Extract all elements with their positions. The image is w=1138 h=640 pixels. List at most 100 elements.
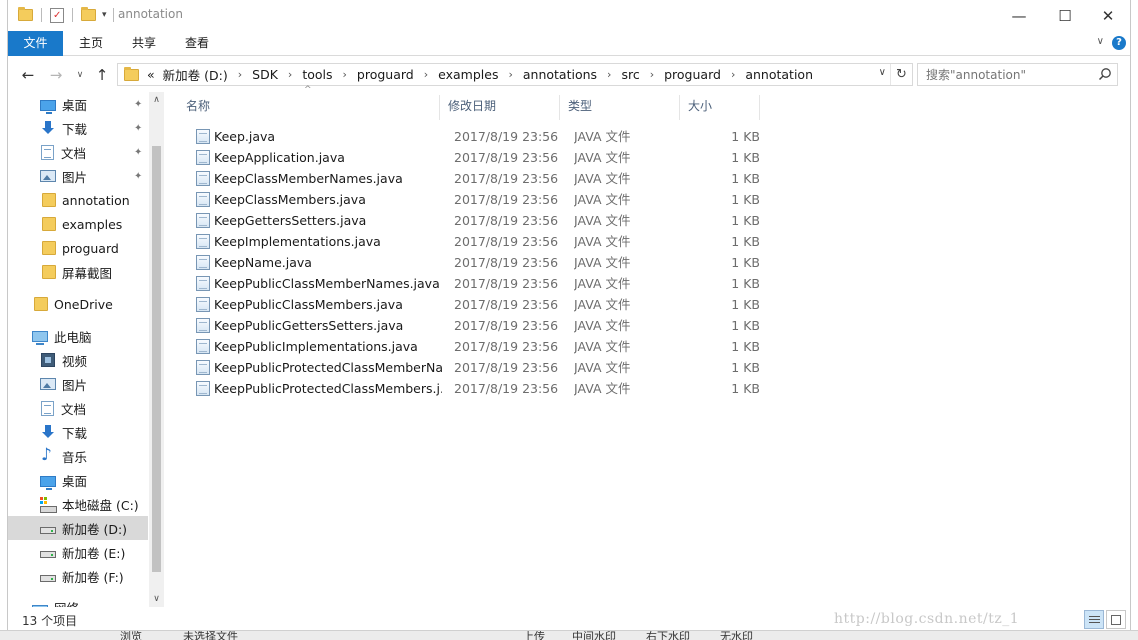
- new-folder-icon[interactable]: [81, 7, 96, 21]
- breadcrumb-segment[interactable]: examples: [438, 67, 498, 82]
- upload-label[interactable]: 上传: [523, 631, 545, 640]
- breadcrumb-segment[interactable]: tools: [302, 67, 332, 82]
- sidebar-item-network[interactable]: 网络: [8, 595, 148, 607]
- breadcrumb-separator-icon[interactable]: ›: [508, 68, 512, 81]
- sidebar-item-examples[interactable]: examples: [8, 212, 148, 236]
- sidebar-item-pc-downloads[interactable]: 下载: [8, 420, 148, 444]
- breadcrumb-overflow[interactable]: «: [147, 67, 155, 82]
- breadcrumb-separator-icon[interactable]: ›: [288, 68, 292, 81]
- sidebar-item-this-pc[interactable]: 此电脑: [8, 324, 148, 348]
- close-button[interactable]: ✕: [1085, 0, 1131, 31]
- file-row[interactable]: KeepName.java 2017/8/19 23:56 JAVA 文件 1 KB: [187, 252, 771, 273]
- file-row[interactable]: KeepPublicClassMembers.java 2017/8/19 23:…: [187, 294, 771, 315]
- breadcrumb-separator-icon[interactable]: ›: [731, 68, 735, 81]
- breadcrumb-segment[interactable]: src: [621, 67, 639, 82]
- column-header-name[interactable]: 名称: [178, 93, 440, 120]
- sidebar-item-onedrive[interactable]: OneDrive: [8, 292, 148, 316]
- scroll-down-icon[interactable]: ∨: [149, 594, 164, 604]
- sidebar-item-pc-desktop[interactable]: 桌面: [8, 468, 148, 492]
- sidebar-item-annotation[interactable]: annotation: [8, 188, 148, 212]
- details-view-button[interactable]: [1084, 610, 1104, 629]
- tab-file[interactable]: 文件: [8, 31, 63, 56]
- column-header-size[interactable]: 大小: [680, 93, 760, 120]
- breadcrumb-segment[interactable]: 新加卷 (D:): [163, 65, 228, 84]
- no-watermark-option[interactable]: 无水印: [720, 631, 753, 640]
- tab-view[interactable]: 查看: [175, 31, 219, 56]
- tab-share[interactable]: 共享: [122, 31, 166, 56]
- pin-icon[interactable]: ✦: [134, 147, 142, 158]
- file-name: KeepName.java: [214, 255, 312, 270]
- scroll-up-icon[interactable]: ∧: [149, 95, 164, 105]
- file-row[interactable]: KeepClassMembers.java 2017/8/19 23:56 JAVA…: [187, 189, 771, 210]
- file-size: 1 KB: [731, 381, 760, 396]
- file-row[interactable]: KeepPublicProtectedClassMembers.j... 2017…: [187, 378, 771, 399]
- properties-icon[interactable]: ✓: [50, 7, 64, 23]
- refresh-icon[interactable]: ↻: [890, 64, 912, 85]
- sidebar-item-videos[interactable]: 视频: [8, 348, 148, 372]
- file-row[interactable]: KeepImplementations.java 2017/8/19 23:56 J…: [187, 231, 771, 252]
- file-size: 1 KB: [731, 213, 760, 228]
- column-divider[interactable]: [759, 95, 760, 120]
- sidebar-item-pc-pictures[interactable]: 图片: [8, 372, 148, 396]
- file-type: JAVA 文件: [574, 129, 631, 144]
- customize-toolbar-chevron-icon[interactable]: ▾: [102, 10, 107, 20]
- java-file-icon: [196, 192, 210, 207]
- back-arrow-icon[interactable]: ←: [17, 64, 39, 86]
- file-row[interactable]: KeepApplication.java 2017/8/19 23:56 JAVA …: [187, 147, 771, 168]
- maximize-button[interactable]: ☐: [1042, 0, 1088, 31]
- scrollbar-thumb[interactable]: [152, 146, 161, 572]
- file-row[interactable]: KeepGettersSetters.java 2017/8/19 23:56 JA…: [187, 210, 771, 231]
- pin-icon[interactable]: ✦: [134, 99, 142, 110]
- browse-label[interactable]: 浏览: [120, 631, 142, 640]
- file-row[interactable]: KeepClassMemberNames.java 2017/8/19 23:56…: [187, 168, 771, 189]
- sidebar-item-desktop[interactable]: 桌面 ✦: [8, 92, 148, 116]
- sidebar-item-documents[interactable]: 文档 ✦: [8, 140, 148, 164]
- sidebar-item-drive-c[interactable]: 本地磁盘 (C:): [8, 492, 148, 516]
- sidebar-item-screenshots[interactable]: 屏幕截图: [8, 260, 148, 284]
- sidebar-item-music[interactable]: 音乐: [8, 444, 148, 468]
- breadcrumb-separator-icon[interactable]: ›: [607, 68, 611, 81]
- column-header-date[interactable]: 修改日期: [440, 93, 560, 120]
- forward-arrow-icon[interactable]: →: [45, 64, 67, 86]
- watermark-center-option[interactable]: 中间水印: [572, 631, 616, 640]
- file-row[interactable]: KeepPublicImplementations.java 2017/8/19 …: [187, 336, 771, 357]
- file-row[interactable]: KeepPublicClassMemberNames.java 2017/8/19…: [187, 273, 771, 294]
- breadcrumb-separator-icon[interactable]: ›: [650, 68, 654, 81]
- tab-home[interactable]: 主页: [69, 31, 113, 56]
- breadcrumb-separator-icon[interactable]: ›: [424, 68, 428, 81]
- pin-icon[interactable]: ✦: [134, 171, 142, 182]
- minimize-button[interactable]: —: [996, 0, 1042, 31]
- breadcrumb-separator-icon[interactable]: ›: [343, 68, 347, 81]
- sidebar-item-pc-documents[interactable]: 文档: [8, 396, 148, 420]
- address-bar[interactable]: « 新加卷 (D:) › SDK › tools › proguard › exampl…: [117, 63, 913, 86]
- folder-icon[interactable]: [18, 7, 33, 21]
- breadcrumb-segment[interactable]: annotation: [745, 67, 813, 82]
- file-row[interactable]: KeepPublicProtectedClassMemberNa... 2017/…: [187, 357, 771, 378]
- sidebar-item-proguard[interactable]: proguard: [8, 236, 148, 260]
- breadcrumb-segment[interactable]: proguard: [357, 67, 414, 82]
- file-row[interactable]: KeepPublicGettersSetters.java 2017/8/19 2…: [187, 315, 771, 336]
- breadcrumb-separator-icon[interactable]: ›: [238, 68, 242, 81]
- search-icon[interactable]: [1098, 67, 1112, 81]
- column-header-type[interactable]: 类型: [560, 93, 680, 120]
- large-icons-view-button[interactable]: [1106, 610, 1126, 629]
- sidebar-item-drive-d[interactable]: 新加卷 (D:): [8, 516, 148, 540]
- breadcrumb-segment[interactable]: proguard: [664, 67, 721, 82]
- sidebar-item-drive-e[interactable]: 新加卷 (E:): [8, 540, 148, 564]
- search-input[interactable]: [918, 64, 1098, 85]
- recent-locations-chevron-icon[interactable]: ∨: [69, 64, 91, 86]
- help-icon[interactable]: ?: [1112, 36, 1126, 50]
- breadcrumb-segment[interactable]: SDK: [252, 67, 278, 82]
- up-arrow-icon[interactable]: ↑: [91, 64, 113, 86]
- pin-icon[interactable]: ✦: [134, 123, 142, 134]
- sidebar-item-drive-f[interactable]: 新加卷 (F:): [8, 564, 148, 588]
- sidebar-item-downloads[interactable]: 下载 ✦: [8, 116, 148, 140]
- sidebar-item-label: annotation: [62, 192, 130, 208]
- sidebar-item-pictures[interactable]: 图片 ✦: [8, 164, 148, 188]
- file-row[interactable]: Keep.java 2017/8/19 23:56 JAVA 文件 1 KB: [187, 126, 771, 147]
- address-dropdown-chevron-icon[interactable]: ∨: [879, 67, 886, 78]
- sidebar-scrollbar[interactable]: ∧ ∨: [149, 92, 164, 607]
- watermark-bottom-right-option[interactable]: 右下水印: [646, 631, 690, 640]
- expand-ribbon-chevron-icon[interactable]: ∨: [1097, 36, 1104, 47]
- breadcrumb-segment[interactable]: annotations: [523, 67, 597, 82]
